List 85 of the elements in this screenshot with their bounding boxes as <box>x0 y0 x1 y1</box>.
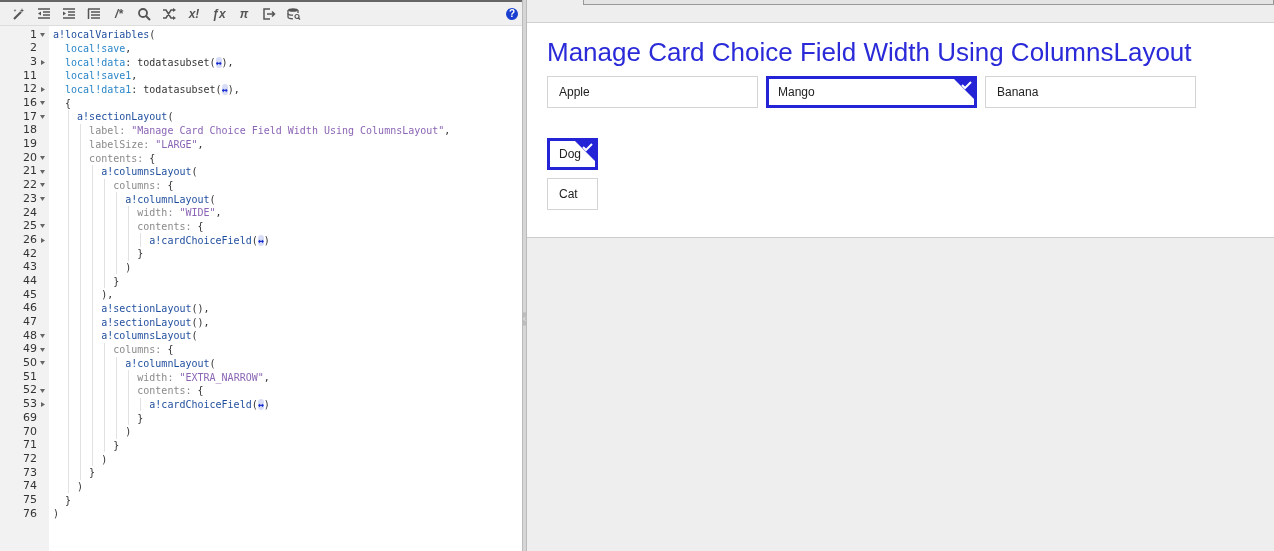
code-line: a!columnsLayout( <box>100 165 198 180</box>
fold-caret-icon[interactable] <box>40 333 45 338</box>
code-line: a!sectionLayout(), <box>100 302 210 317</box>
code-line: local!data: todatasubset(↔), <box>64 55 234 70</box>
search-icon[interactable] <box>137 6 151 21</box>
database-search-icon[interactable] <box>287 6 301 21</box>
code-line: local!save1, <box>64 69 138 84</box>
choice-card[interactable]: Mango <box>766 76 977 108</box>
choice-card[interactable]: Cat <box>547 178 598 210</box>
choice-card[interactable]: Apple <box>547 76 758 108</box>
line-number: 1 <box>30 26 37 43</box>
line-number: 11 <box>23 67 37 84</box>
expand-caret-icon[interactable] <box>41 401 45 407</box>
code-line: contents: { <box>136 384 204 399</box>
code-line: a!cardChoiceField(↔) <box>148 233 270 248</box>
toolbar-button[interactable]: x! <box>183 3 205 24</box>
code-line: a!cardChoiceField(↔) <box>148 397 270 412</box>
code-line: ) <box>124 261 132 276</box>
export-icon[interactable] <box>262 6 276 21</box>
code-line: width: "WIDE", <box>136 206 222 221</box>
code-line: } <box>112 438 120 453</box>
code-line: } <box>112 274 120 289</box>
fold-caret-icon[interactable] <box>40 197 45 202</box>
code-line: columns: { <box>112 343 174 358</box>
list-icon[interactable] <box>87 6 101 21</box>
fold-caret-icon[interactable] <box>40 347 45 352</box>
fold-caret-icon[interactable] <box>40 183 45 188</box>
code-line: a!localVariables( <box>53 28 156 43</box>
code-line: ) <box>76 480 84 495</box>
code-line: { <box>64 96 72 111</box>
toolbar-button[interactable]: π <box>233 3 255 24</box>
code-line: a!sectionLayout( <box>76 110 174 125</box>
fold-caret-icon[interactable] <box>40 156 45 161</box>
fold-caret-icon[interactable] <box>40 169 45 174</box>
fold-caret-icon[interactable] <box>40 388 45 393</box>
code-line: ) <box>124 425 132 440</box>
code-line: ), <box>100 288 114 303</box>
choice-card[interactable]: Dog <box>547 138 598 170</box>
code-line: width: "EXTRA_NARROW", <box>136 370 270 385</box>
code-line: local!save, <box>64 42 132 57</box>
line-number: 18 <box>23 122 37 139</box>
line-number: 49 <box>23 341 37 358</box>
check-corner-icon <box>954 79 974 99</box>
code-line: ) <box>100 452 108 467</box>
fold-caret-icon[interactable] <box>40 114 45 119</box>
code-line: labelSize: "LARGE", <box>88 137 204 152</box>
line-number: 46 <box>23 300 37 317</box>
fold-caret-icon[interactable] <box>40 101 45 106</box>
expand-caret-icon[interactable] <box>41 237 45 243</box>
line-number: 76 <box>23 505 37 522</box>
code-line: a!columnsLayout( <box>100 329 198 344</box>
code-line: contents: { <box>136 219 204 234</box>
code-line: local!data1: todatasubset(↔), <box>64 83 240 98</box>
shuffle-icon[interactable] <box>162 6 176 21</box>
expand-caret-icon[interactable] <box>41 59 45 65</box>
line-number: 73 <box>23 464 37 481</box>
fold-caret-icon[interactable] <box>40 224 45 229</box>
line-number: 12 <box>23 81 37 98</box>
section-title: Manage Card Choice Field Width Using ColumnsLayout <box>547 36 1193 69</box>
outdent-icon[interactable] <box>37 6 51 21</box>
code-line: label: "Manage Card Choice Field Width Using ColumnsLayout", <box>88 124 451 139</box>
line-number: 24 <box>23 204 37 221</box>
code-line: } <box>64 493 72 508</box>
fold-caret-icon[interactable] <box>40 361 45 366</box>
line-number: 42 <box>23 245 37 262</box>
toolbar-button[interactable]: ƒx <box>208 3 230 24</box>
indent-icon[interactable] <box>62 6 76 21</box>
line-number: 52 <box>23 382 37 399</box>
line-number: 45 <box>23 286 37 303</box>
code-line: } <box>136 411 144 426</box>
code-line: a!sectionLayout(), <box>100 315 210 330</box>
code-line: } <box>136 247 144 262</box>
code-line: } <box>88 466 96 481</box>
toolbar-button[interactable]: /* <box>108 3 130 24</box>
code-line: a!columnLayout( <box>124 192 216 207</box>
code-line: a!columnLayout( <box>124 356 216 371</box>
choice-card[interactable]: Banana <box>985 76 1196 108</box>
code-line: ) <box>53 507 60 522</box>
line-number: 21 <box>23 163 37 180</box>
help-icon[interactable]: ? <box>506 7 518 20</box>
line-number: 70 <box>23 423 37 440</box>
code-line: columns: { <box>112 178 174 193</box>
expand-caret-icon[interactable] <box>41 87 45 93</box>
code-line: contents: { <box>88 151 156 166</box>
fold-caret-icon[interactable] <box>40 32 45 37</box>
